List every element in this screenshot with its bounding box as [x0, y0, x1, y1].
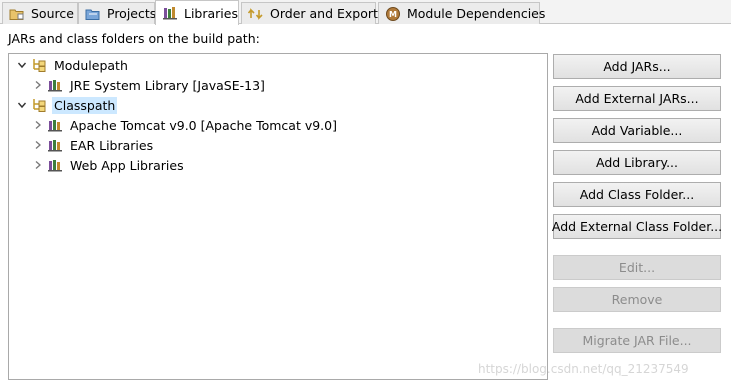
tab-module-dependencies-label: Module Dependencies: [407, 6, 546, 21]
chevron-down-icon[interactable]: [15, 58, 29, 72]
tab-module-dependencies[interactable]: M Module Dependencies: [378, 2, 545, 24]
classpath-container-icon: [31, 57, 47, 73]
tab-source[interactable]: Source: [2, 2, 78, 24]
library-icon: [47, 117, 63, 133]
projects-folder-icon: [85, 6, 101, 22]
order-export-icon: [248, 6, 264, 22]
tree-item-label: Web App Libraries: [70, 157, 184, 173]
libraries-icon: [162, 5, 178, 21]
chevron-down-icon[interactable]: [15, 98, 29, 112]
tree-item-ear-libraries[interactable]: EAR Libraries: [31, 135, 155, 155]
add-library-button[interactable]: Add Library...: [553, 150, 721, 175]
library-icon: [47, 157, 63, 173]
tree-item-label: Modulepath: [54, 57, 128, 73]
build-path-tree[interactable]: Modulepath JRE System Library [JavaSE-13…: [8, 53, 548, 380]
tree-item-apache-tomcat[interactable]: Apache Tomcat v9.0 [Apache Tomcat v9.0]: [31, 115, 339, 135]
chevron-right-icon[interactable]: [31, 158, 45, 172]
build-path-heading: JARs and class folders on the build path…: [8, 31, 260, 46]
tab-source-label: Source: [31, 6, 74, 21]
watermark: https://blog.csdn.net/qq_21237549: [478, 362, 689, 376]
edit-button[interactable]: Edit...: [553, 255, 721, 280]
tab-libraries[interactable]: Libraries: [155, 0, 239, 25]
chevron-right-icon[interactable]: [31, 138, 45, 152]
add-class-folder-button[interactable]: Add Class Folder...: [553, 182, 721, 207]
tab-strip: Source Projects Libraries Order and Expo…: [0, 0, 731, 25]
source-folder-icon: [9, 6, 25, 22]
add-jars-button[interactable]: Add JARs...: [553, 54, 721, 79]
add-external-jars-button[interactable]: Add External JARs...: [553, 86, 721, 111]
tab-projects[interactable]: Projects: [78, 2, 157, 24]
library-icon: [47, 137, 63, 153]
remove-button[interactable]: Remove: [553, 287, 721, 312]
add-variable-button[interactable]: Add Variable...: [553, 118, 721, 143]
svg-text:M: M: [389, 10, 397, 19]
library-icon: [47, 77, 63, 93]
tree-item-label: JRE System Library [JavaSE-13]: [70, 77, 265, 93]
classpath-container-icon: [31, 97, 47, 113]
tab-libraries-label: Libraries: [184, 5, 238, 21]
chevron-right-icon[interactable]: [31, 78, 45, 92]
tree-item-jre-system-library[interactable]: JRE System Library [JavaSE-13]: [31, 75, 267, 95]
tab-order-export[interactable]: Order and Export: [241, 2, 378, 24]
add-external-class-folder-button[interactable]: Add External Class Folder...: [552, 214, 722, 239]
tab-order-export-label: Order and Export: [270, 6, 378, 21]
chevron-right-icon[interactable]: [31, 118, 45, 132]
migrate-jar-button[interactable]: Migrate JAR File...: [553, 328, 721, 353]
tree-item-label: Apache Tomcat v9.0 [Apache Tomcat v9.0]: [70, 117, 337, 133]
tree-item-classpath[interactable]: Classpath: [15, 95, 118, 115]
tree-item-label: Classpath: [52, 96, 118, 114]
module-dependencies-icon: M: [385, 6, 401, 22]
tab-projects-label: Projects: [107, 6, 157, 21]
tree-item-web-app-libraries[interactable]: Web App Libraries: [31, 155, 186, 175]
tree-item-label: EAR Libraries: [70, 137, 154, 153]
tree-item-modulepath[interactable]: Modulepath: [15, 55, 130, 75]
